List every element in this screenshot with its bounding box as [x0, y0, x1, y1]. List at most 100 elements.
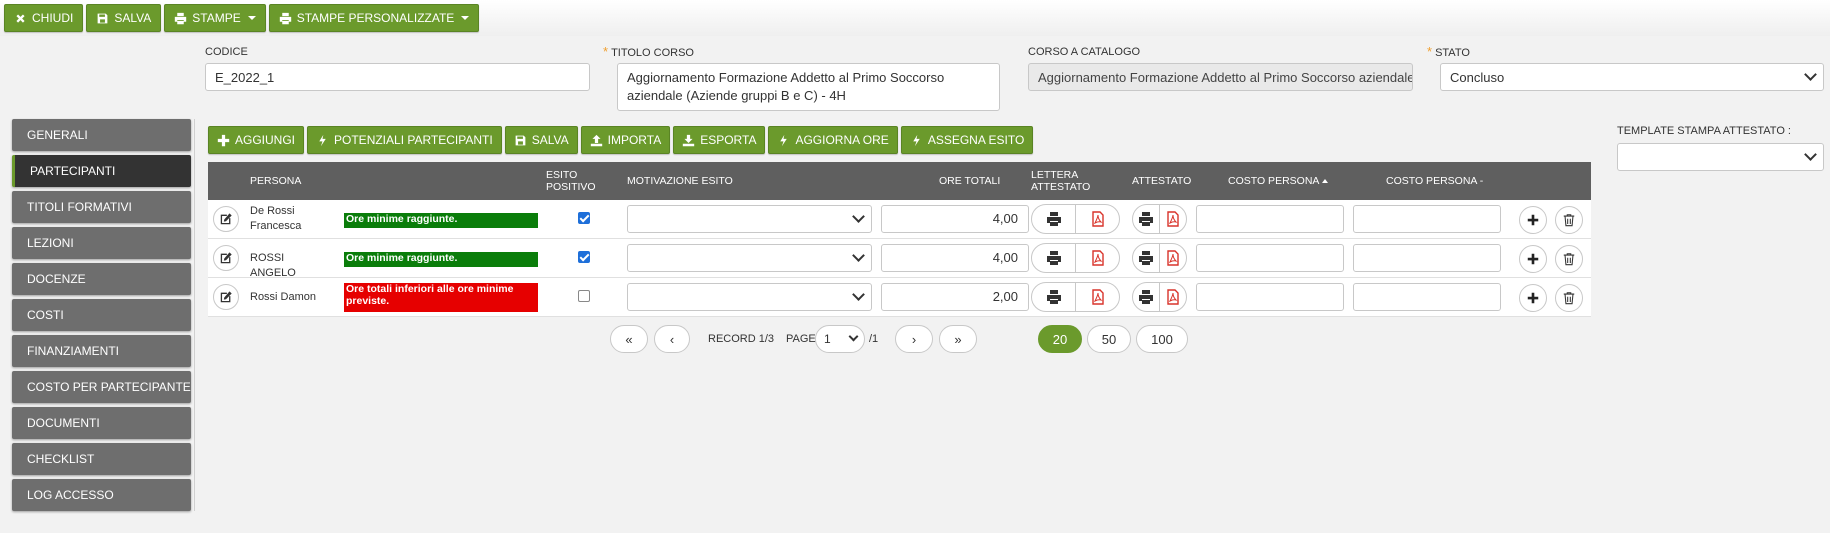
potential-participants-button[interactable]: POTENZIALI PARTECIPANTI [307, 126, 502, 154]
sidebar-item-docenze[interactable]: DOCENZE [12, 263, 191, 295]
first-page-button[interactable]: « [610, 325, 648, 353]
codice-input[interactable]: E_2022_1 [205, 63, 590, 91]
costo-persona-2-input[interactable] [1353, 244, 1501, 272]
pdf-certificate-button[interactable] [1159, 243, 1187, 273]
edit-row-button[interactable] [213, 245, 239, 271]
print-certificate-button[interactable] [1132, 282, 1160, 312]
page-size-50-button[interactable]: 50 [1087, 325, 1131, 353]
page-size-20-button[interactable]: 20 [1038, 325, 1082, 353]
esito-checkbox[interactable] [578, 290, 590, 302]
update-hours-button[interactable]: AGGIORNA ORE [768, 126, 898, 154]
pdf-icon [1090, 250, 1106, 266]
custom-print-dropdown-button[interactable]: STAMPE PERSONALIZZATE [268, 4, 480, 32]
ore-totali-input[interactable]: 2,00 [881, 283, 1029, 311]
print-dropdown-button[interactable]: STAMPE [164, 4, 266, 32]
next-page-button[interactable]: › [895, 325, 933, 353]
add-row-button[interactable] [1519, 206, 1547, 234]
header-ore: ORE TOTALI [939, 175, 1001, 187]
prev-page-button[interactable]: ‹ [654, 325, 690, 353]
pdf-letter-button[interactable] [1075, 282, 1120, 312]
print-icon [1046, 289, 1062, 305]
template-label: TEMPLATE STAMPA ATTESTATO : [1617, 125, 1791, 137]
pdf-letter-button[interactable] [1075, 204, 1120, 234]
print-certificate-button[interactable] [1132, 204, 1160, 234]
sidebar-item-log-accesso[interactable]: LOG ACCESSO [12, 479, 191, 511]
required-mark: * [1427, 44, 1433, 59]
edit-row-button[interactable] [213, 206, 239, 232]
sidebar-item-finanziamenti[interactable]: FINANZIAMENTI [12, 335, 191, 367]
motivazione-select[interactable] [627, 283, 872, 311]
caret-down-icon [461, 16, 470, 20]
ore-totali-input[interactable]: 4,00 [881, 244, 1029, 272]
update-hours-label: AGGIORNA ORE [795, 133, 889, 147]
participants-table: PERSONA ESITO POSITIVO MOTIVAZIONE ESITO… [208, 162, 1591, 317]
bolt-icon [319, 134, 326, 146]
sidebar-item-checklist[interactable]: CHECKLIST [12, 443, 191, 475]
sidebar-item-generali[interactable]: GENERALI [12, 119, 191, 151]
esito-checkbox[interactable] [578, 212, 590, 224]
sidebar-item-label: COSTI [27, 308, 64, 322]
titolo-label-wrap: * TITOLO CORSO [603, 44, 694, 59]
edit-row-button[interactable] [213, 284, 239, 310]
delete-row-button[interactable] [1555, 245, 1583, 273]
pdf-letter-button[interactable] [1075, 243, 1120, 273]
motivazione-select[interactable] [627, 205, 872, 233]
sidebar-item-costi[interactable]: COSTI [12, 299, 191, 331]
sidebar-item-lezioni[interactable]: LEZIONI [12, 227, 191, 259]
template-select[interactable] [1617, 143, 1824, 171]
sidebar-item-label: TITOLI FORMATIVI [27, 200, 132, 214]
sidebar-item-label: DOCENZE [27, 272, 86, 286]
page-size-100-button[interactable]: 100 [1136, 325, 1188, 353]
page-select[interactable]: 1 [815, 325, 865, 353]
motivazione-select[interactable] [627, 244, 872, 272]
plus-icon [1526, 291, 1540, 305]
costo-persona-2-input[interactable] [1353, 205, 1501, 233]
print-certificate-button[interactable] [1132, 243, 1160, 273]
close-button[interactable]: CHIUDI [4, 4, 84, 32]
bolt-icon [913, 134, 920, 146]
ore-totali-input[interactable]: 4,00 [881, 205, 1029, 233]
costo-persona-input[interactable] [1196, 283, 1344, 311]
costo-persona-input[interactable] [1196, 205, 1344, 233]
participant-name: Rossi Damon [250, 291, 317, 303]
print-letter-button[interactable] [1031, 282, 1076, 312]
delete-row-button[interactable] [1555, 206, 1583, 234]
chevron-down-icon [848, 331, 859, 342]
last-page-button[interactable]: » [939, 325, 977, 353]
titolo-input[interactable]: Aggiornamento Formazione Addetto al Prim… [617, 63, 1000, 111]
record-count: RECORD 1/3 [708, 333, 775, 345]
sidebar-item-partecipanti[interactable]: PARTECIPANTI [12, 155, 191, 187]
close-icon [16, 13, 25, 23]
sidebar-item-documenti[interactable]: DOCUMENTI [12, 407, 191, 439]
pdf-certificate-button[interactable] [1159, 204, 1187, 234]
import-button[interactable]: IMPORTA [580, 126, 671, 154]
save-participants-button[interactable]: SALVA [504, 126, 578, 154]
pdf-icon [1165, 289, 1181, 305]
assign-label: ASSEGNA ESITO [927, 133, 1025, 147]
sidebar-item-costo-per-partecipante[interactable]: COSTO PER PARTECIPANTE [12, 371, 191, 403]
stato-select[interactable]: Concluso [1440, 63, 1824, 91]
sidebar-item-label: LEZIONI [27, 236, 74, 250]
add-label: AGGIUNGI [235, 133, 296, 147]
assign-outcome-button[interactable]: ASSEGNA ESITO [900, 126, 1034, 154]
table-row: ROSSI ANGELO Ore minime raggiunte. 4,00 [208, 239, 1591, 279]
costo-persona-input[interactable] [1196, 244, 1344, 272]
delete-row-button[interactable] [1555, 284, 1583, 312]
import-label: IMPORTA [607, 133, 662, 147]
add-row-button[interactable] [1519, 284, 1547, 312]
export-button[interactable]: ESPORTA [673, 126, 766, 154]
required-mark: * [603, 44, 609, 59]
export-label: ESPORTA [700, 133, 757, 147]
print-letter-button[interactable] [1031, 204, 1076, 234]
add-participant-button[interactable]: AGGIUNGI [208, 126, 305, 154]
print-letter-button[interactable] [1031, 243, 1076, 273]
participants-action-bar: AGGIUNGI POTENZIALI PARTECIPANTI SALVA I… [208, 126, 1034, 154]
esito-checkbox[interactable] [578, 251, 590, 263]
pdf-certificate-button[interactable] [1159, 282, 1187, 312]
header-esito: ESITO POSITIVO [546, 169, 596, 193]
costo-persona-2-input[interactable] [1353, 283, 1501, 311]
sidebar-item-titoli-formativi[interactable]: TITOLI FORMATIVI [12, 191, 191, 223]
add-row-button[interactable] [1519, 245, 1547, 273]
bolt-icon [780, 134, 788, 146]
save-button[interactable]: SALVA [86, 4, 162, 32]
